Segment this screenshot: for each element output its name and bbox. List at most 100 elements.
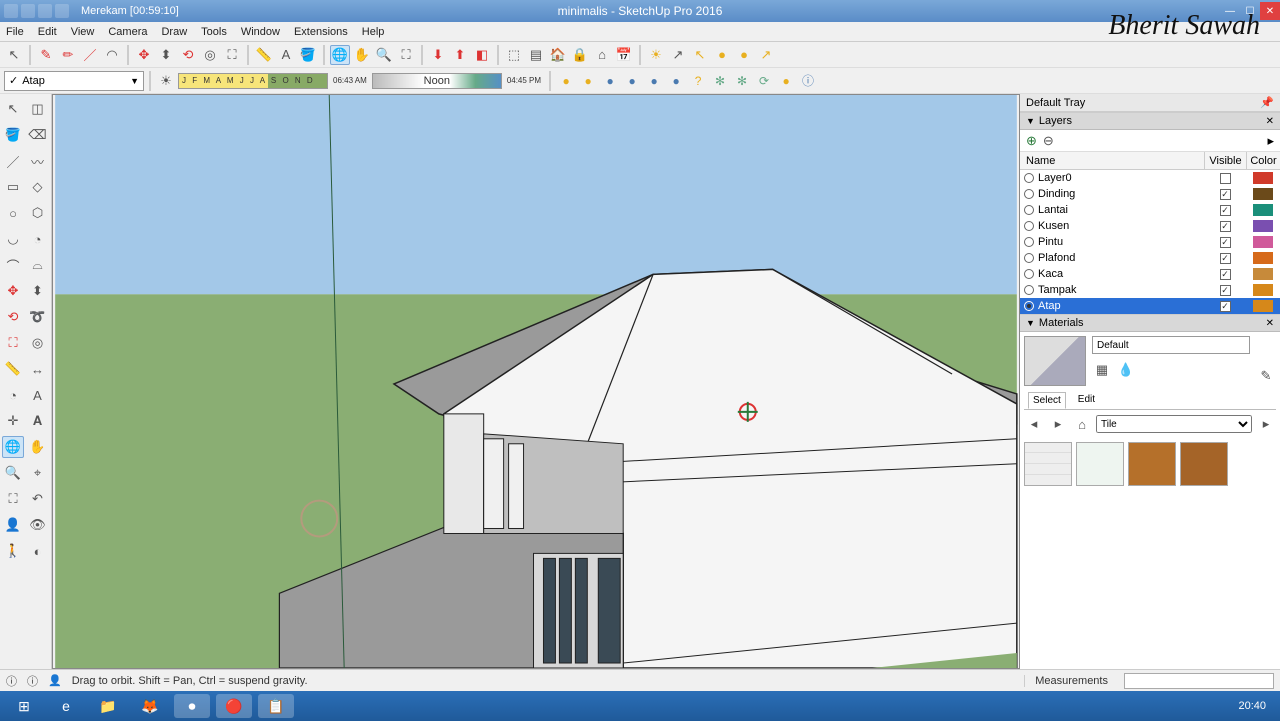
house-icon[interactable]: ⌂ (592, 45, 612, 65)
globe-icon[interactable]: ● (776, 71, 796, 91)
menu-extensions[interactable]: Extensions (294, 26, 348, 38)
warehouse-icon[interactable]: ⬇ (428, 45, 448, 65)
previous-icon[interactable]: ↶ (27, 488, 49, 510)
component-icon[interactable]: ▤ (526, 45, 546, 65)
eraser-icon[interactable]: ✎ (36, 45, 56, 65)
recorder-icon[interactable]: ⏺ (174, 694, 210, 718)
materials-panel-header[interactable]: ▼ Materials ✕ (1020, 314, 1280, 332)
globe-icon[interactable]: ● (556, 71, 576, 91)
tape-icon[interactable]: 📏 (254, 45, 274, 65)
home-icon[interactable]: ⌂ (1072, 414, 1092, 434)
arc2-icon[interactable]: ⌒ (2, 254, 24, 276)
lock-icon[interactable]: 🔒 (570, 45, 590, 65)
rotated-rect-icon[interactable]: ◇ (27, 176, 49, 198)
axes-icon[interactable]: ✛ (2, 410, 24, 432)
material-thumb[interactable] (1024, 442, 1072, 486)
sys-icon[interactable] (55, 4, 69, 18)
app-icon[interactable]: 📋 (258, 694, 294, 718)
offset-icon[interactable]: ◎ (27, 332, 49, 354)
orbit-icon[interactable]: 🌐 (2, 436, 24, 458)
text-icon[interactable]: A (276, 45, 296, 65)
line-icon[interactable]: ／ (2, 150, 24, 172)
paint-icon[interactable]: 🪣 (298, 45, 318, 65)
zoom-icon[interactable]: 🔍 (2, 462, 24, 484)
arrow-icon[interactable]: ↖ (690, 45, 710, 65)
walk-icon[interactable]: 🚶 (2, 540, 24, 562)
line-icon[interactable]: ／ (80, 45, 100, 65)
menu-help[interactable]: Help (362, 26, 385, 38)
globe-icon[interactable]: ● (644, 71, 664, 91)
pencil-icon[interactable]: ✏ (58, 45, 78, 65)
person-icon[interactable]: 👤 (48, 674, 62, 687)
remove-layer-icon[interactable]: ⊖ (1043, 133, 1054, 149)
add-layer-icon[interactable]: ⊕ (1026, 133, 1037, 149)
rotate-icon[interactable]: ⟲ (178, 45, 198, 65)
house-icon[interactable]: 🏠 (548, 45, 568, 65)
layer-row[interactable]: Lantai✓ (1020, 202, 1280, 218)
geo-icon[interactable]: ⓘ (27, 673, 38, 689)
ie-icon[interactable]: e (48, 694, 84, 718)
rectangle-icon[interactable]: ▭ (2, 176, 24, 198)
layer-row[interactable]: Layer0 (1020, 170, 1280, 186)
taskbar-clock[interactable]: 20:40 (1238, 700, 1274, 712)
explorer-icon[interactable]: 📁 (90, 694, 126, 718)
dimension-icon[interactable]: ↔ (27, 358, 49, 380)
calendar-icon[interactable]: 📅 (614, 45, 634, 65)
circle-icon[interactable]: ○ (2, 202, 24, 224)
move-icon[interactable]: ✥ (134, 45, 154, 65)
component-icon[interactable]: ◫ (27, 98, 49, 120)
position-camera-icon[interactable]: 👤 (2, 514, 24, 536)
close-button[interactable]: ✕ (1260, 2, 1280, 20)
eraser-icon[interactable]: ⌫ (27, 124, 49, 146)
tab-edit[interactable]: Edit (1074, 392, 1099, 409)
menu-file[interactable]: File (6, 26, 24, 38)
edit-pencil-icon[interactable]: ✎ (1256, 366, 1276, 386)
offset-icon[interactable]: ◎ (200, 45, 220, 65)
pie-icon[interactable]: ◔ (27, 228, 49, 250)
zoom-extents-icon[interactable]: ⛶ (396, 45, 416, 65)
pushpull-icon[interactable]: ⬍ (156, 45, 176, 65)
close-icon[interactable]: ✕ (1266, 116, 1274, 127)
arc3-icon[interactable]: ⌓ (27, 254, 49, 276)
material-name-input[interactable] (1092, 336, 1250, 354)
time-slider[interactable]: Noon (372, 73, 502, 89)
sys-icon[interactable] (4, 4, 18, 18)
sun-icon[interactable]: ☀ (646, 45, 666, 65)
collection-dropdown[interactable]: Tile (1096, 415, 1252, 433)
start-button[interactable]: ⊞ (6, 694, 42, 718)
warehouse-icon[interactable]: ⬆ (450, 45, 470, 65)
arc-icon[interactable]: ◠ (102, 45, 122, 65)
component-icon[interactable]: ⬚ (504, 45, 524, 65)
polygon-icon[interactable]: ⬡ (27, 202, 49, 224)
freehand-icon[interactable]: 〰 (27, 150, 49, 172)
sys-icon[interactable] (38, 4, 52, 18)
gear-icon[interactable]: ✻ (710, 71, 730, 91)
ext-icon[interactable]: ◧ (472, 45, 492, 65)
protractor-icon[interactable]: ◔ (2, 384, 24, 406)
3dtext-icon[interactable]: 𝐀 (27, 410, 49, 432)
layer-row[interactable]: Tampak✓ (1020, 282, 1280, 298)
section-icon[interactable]: ◐ (27, 540, 49, 562)
tape-icon[interactable]: 📏 (2, 358, 24, 380)
pin-icon[interactable]: 📌 (1260, 96, 1274, 109)
select-icon[interactable]: ↖ (4, 45, 24, 65)
viewport-3d[interactable] (52, 94, 1020, 669)
shadow-toggle-icon[interactable]: ☀ (156, 71, 176, 91)
text-icon[interactable]: A (27, 384, 49, 406)
move-icon[interactable]: ✥ (2, 280, 24, 302)
layer-row[interactable]: Atap✓ (1020, 298, 1280, 314)
zoom-icon[interactable]: 🔍 (374, 45, 394, 65)
layer-row[interactable]: Kusen✓ (1020, 218, 1280, 234)
scale-icon[interactable]: ⛶ (2, 332, 24, 354)
menu-draw[interactable]: Draw (161, 26, 187, 38)
menu-tools[interactable]: Tools (201, 26, 227, 38)
layer-row[interactable]: Pintu✓ (1020, 234, 1280, 250)
orbit-icon[interactable]: 🌐 (330, 45, 350, 65)
globe-icon[interactable]: ● (600, 71, 620, 91)
pan-icon[interactable]: ✋ (27, 436, 49, 458)
followme-icon[interactable]: ➰ (27, 306, 49, 328)
back-icon[interactable]: ◂ (1024, 414, 1044, 434)
zoom-window-icon[interactable]: ⌖ (27, 462, 49, 484)
month-slider[interactable]: J F M A M J J A S O N D (178, 73, 328, 89)
gear-icon[interactable]: ✻ (732, 71, 752, 91)
